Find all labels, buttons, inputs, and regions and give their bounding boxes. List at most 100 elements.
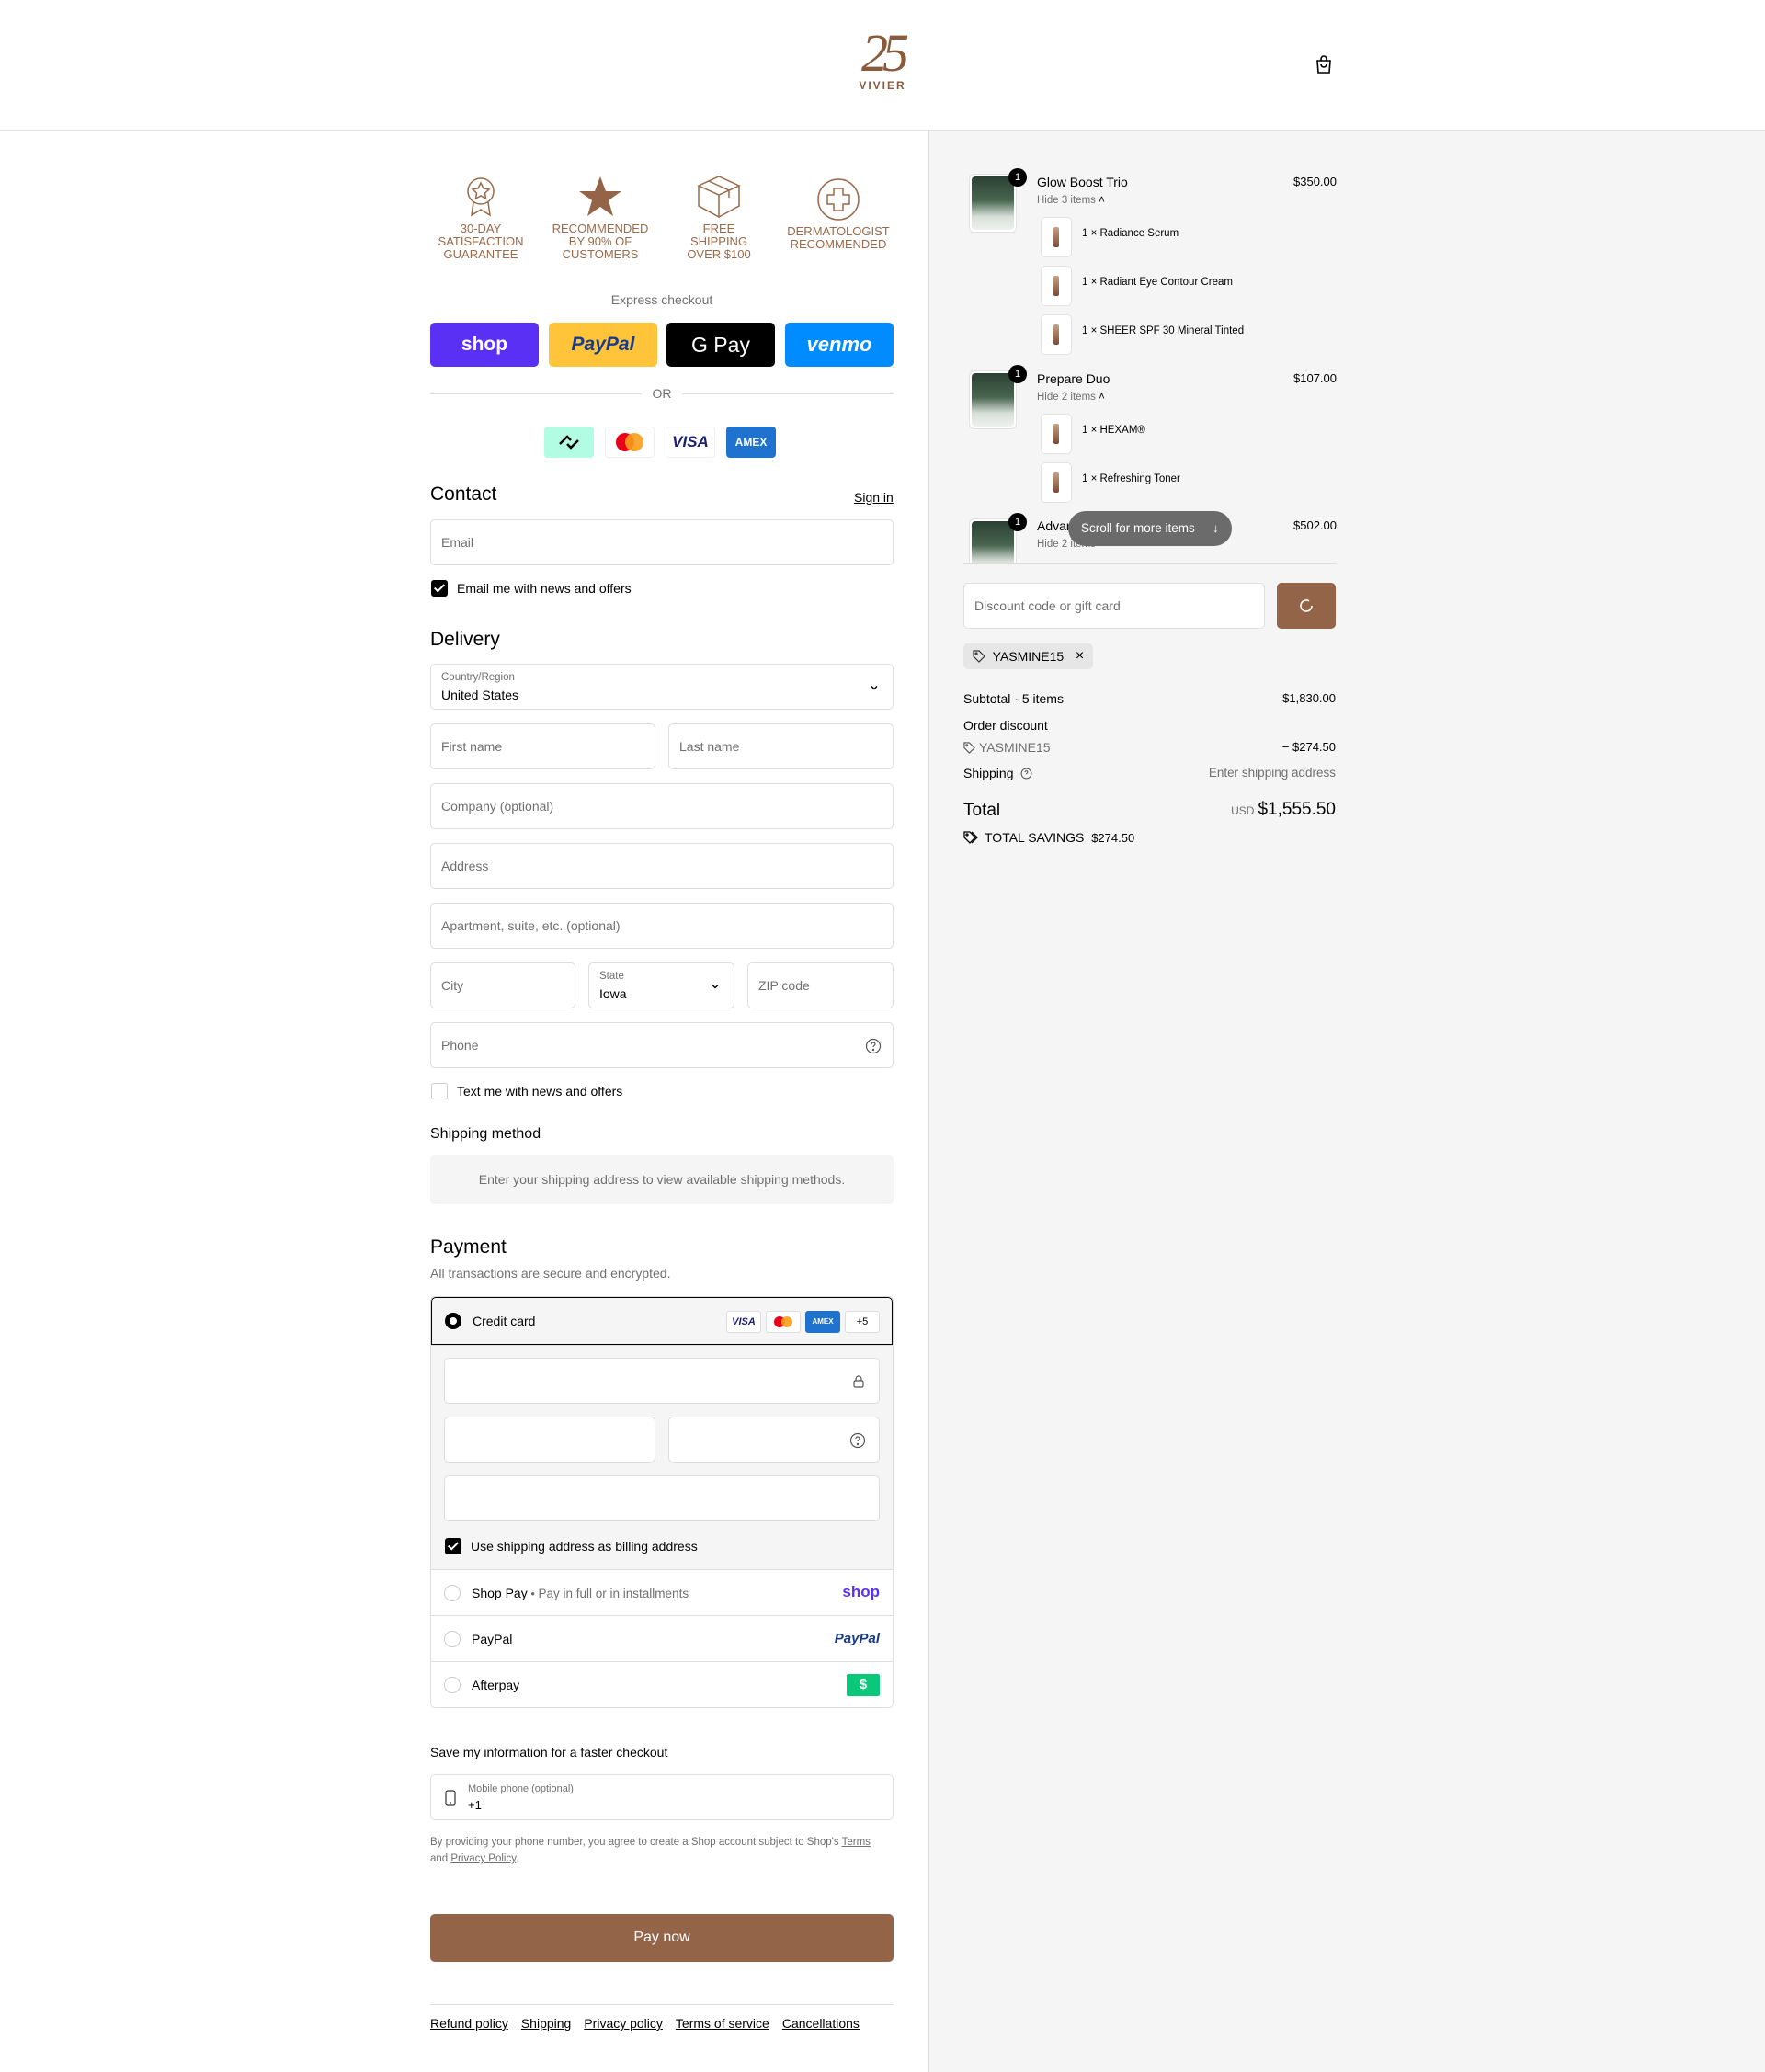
accepted-cards: VISA AMEX — [544, 427, 776, 458]
billing-same-checkbox[interactable] — [445, 1538, 461, 1554]
badge-recommended: RECOMMENDED BY 90% OF CUSTOMERS — [545, 175, 655, 261]
cart-item-price: $502.00 — [1293, 518, 1337, 532]
bundle-toggle[interactable]: Hide 3 items ˄ — [1037, 195, 1105, 206]
currency-code: USD — [1231, 804, 1255, 817]
card-name-field[interactable] — [444, 1475, 880, 1521]
afterpay-radio[interactable] — [444, 1677, 461, 1693]
city-placeholder: City — [441, 978, 464, 993]
badge-line: 30-DAY — [460, 222, 502, 235]
help-circle-icon[interactable] — [865, 1038, 882, 1054]
bundle-item-thumbnail — [1041, 414, 1072, 454]
afterpay-option[interactable]: Afterpay $ — [431, 1661, 893, 1707]
package-box-icon — [697, 176, 741, 219]
zip-field[interactable]: ZIP code — [747, 962, 894, 1008]
footer-links: Refund policy Shipping Privacy policy Te… — [430, 2004, 894, 2031]
shop-pay-radio[interactable] — [444, 1585, 461, 1601]
email-optin-label: Email me with news and offers — [457, 581, 632, 596]
discount-code-field[interactable]: Discount code or gift card — [963, 583, 1265, 629]
refund-policy-link[interactable]: Refund policy — [430, 2016, 508, 2031]
mastercard-icon — [766, 1311, 801, 1333]
badge-line: FREE — [702, 222, 735, 235]
shopping-bag-icon[interactable] — [1313, 53, 1335, 75]
bundle-toggle[interactable]: Hide 2 items ˄ — [1037, 392, 1105, 403]
paypal-button[interactable]: PayPal — [549, 323, 657, 367]
privacy-policy-link[interactable]: Privacy Policy — [450, 1853, 516, 1864]
sms-optin-checkbox[interactable] — [431, 1083, 448, 1099]
badge-line: GUARANTEE — [443, 247, 518, 261]
address-field[interactable]: Address — [430, 843, 894, 889]
google-pay-button[interactable]: G Pay — [666, 323, 775, 367]
payment-subtitle: All transactions are secure and encrypte… — [430, 1266, 671, 1281]
shipping-label-row: Shipping — [963, 766, 1032, 780]
shop-pay-button[interactable]: shop — [430, 323, 539, 367]
remove-discount-icon[interactable]: × — [1076, 643, 1084, 669]
loading-spinner-icon — [1300, 599, 1313, 612]
shipping-link[interactable]: Shipping — [521, 2016, 572, 2031]
card-expiry-field[interactable] — [444, 1417, 655, 1463]
email-optin-checkbox[interactable] — [431, 580, 448, 597]
bundle-item: 1 × HEXAM® — [1082, 425, 1145, 436]
savings-value: $274.50 — [1091, 831, 1135, 845]
phone-field[interactable]: Phone — [430, 1022, 894, 1068]
mobile-phone-icon — [445, 1790, 456, 1806]
company-placeholder: Company (optional) — [441, 799, 554, 814]
cancellations-link[interactable]: Cancellations — [782, 2016, 860, 2031]
bundle-item: 1 × SHEER SPF 30 Mineral Tinted — [1082, 325, 1245, 336]
cart-items-list[interactable]: 1 Glow Boost Trio $350.00 Hide 3 items ˄… — [963, 147, 1337, 563]
star-icon — [579, 176, 621, 216]
badge-line: SATISFACTION — [438, 234, 524, 248]
last-name-field[interactable]: Last name — [668, 723, 894, 769]
privacy-policy-link[interactable]: Privacy policy — [584, 2016, 663, 2031]
paypal-radio[interactable] — [444, 1631, 461, 1647]
country-label: Country/Region — [441, 672, 515, 683]
apartment-field[interactable]: Apartment, suite, etc. (optional) — [430, 903, 894, 949]
quantity-badge: 1 — [1008, 168, 1027, 187]
credit-card-option[interactable]: Credit card VISA AMEX +5 — [431, 1297, 893, 1345]
scroll-for-more-button[interactable]: Scroll for more items ↓ — [1068, 511, 1232, 546]
state-label: State — [599, 971, 624, 982]
mobile-phone-field[interactable]: Mobile phone (optional) +1 — [430, 1774, 894, 1820]
mobile-phone-label: Mobile phone (optional) — [468, 1783, 574, 1794]
quantity-badge: 1 — [1008, 513, 1027, 531]
credit-card-radio[interactable] — [445, 1313, 461, 1329]
venmo-button[interactable]: venmo — [785, 323, 894, 367]
company-field[interactable]: Company (optional) — [430, 783, 894, 829]
save-info-heading: Save my information for a faster checkou… — [430, 1745, 668, 1759]
state-select[interactable]: State Iowa — [588, 962, 734, 1008]
shop-pay-option[interactable]: Shop Pay • Pay in full or in installment… — [431, 1569, 893, 1615]
afterpay-label: Afterpay — [472, 1678, 520, 1692]
badge-line: SHIPPING — [689, 234, 748, 248]
apply-discount-button[interactable] — [1277, 583, 1336, 629]
brand-logo[interactable]: 25 VIVIER — [848, 27, 917, 101]
pay-now-button[interactable]: Pay now — [430, 1914, 894, 1962]
terms-link[interactable]: Terms — [842, 1837, 871, 1848]
card-number-field[interactable] — [444, 1358, 880, 1404]
legal-text: . — [516, 1853, 519, 1864]
payment-methods: Credit card VISA AMEX +5 Use shipping ad… — [430, 1296, 894, 1708]
country-value: United States — [441, 688, 519, 702]
sign-in-link[interactable]: Sign in — [854, 490, 894, 505]
terms-of-service-link[interactable]: Terms of service — [676, 2016, 769, 2031]
divider — [963, 563, 1337, 564]
city-field[interactable]: City — [430, 962, 575, 1008]
medical-cross-icon — [817, 178, 860, 221]
legal-text: and — [430, 1853, 451, 1864]
arrow-down-icon: ↓ — [1213, 521, 1219, 535]
shipping-method-notice: Enter your shipping address to view avai… — [430, 1155, 894, 1204]
total-savings-row: TOTAL SAVINGS $274.50 — [963, 830, 1134, 845]
email-field[interactable]: Email — [430, 519, 894, 565]
paypal-option[interactable]: PayPal PayPal — [431, 1615, 893, 1661]
state-value: Iowa — [599, 986, 627, 1001]
help-circle-icon[interactable] — [1020, 768, 1032, 780]
billing-same-label: Use shipping address as billing address — [471, 1539, 698, 1554]
country-select[interactable]: Country/Region United States — [430, 664, 894, 710]
first-name-field[interactable]: First name — [430, 723, 655, 769]
cart-item-price: $107.00 — [1293, 371, 1337, 385]
payment-heading: Payment — [430, 1236, 507, 1258]
afterpay-logo-icon — [544, 427, 594, 458]
total-value-row: USD $1,555.50 — [1149, 800, 1336, 820]
help-circle-icon[interactable] — [849, 1432, 866, 1449]
tag-icon — [963, 742, 975, 754]
card-cvv-field[interactable] — [668, 1417, 880, 1463]
contact-heading: Contact — [430, 484, 497, 505]
